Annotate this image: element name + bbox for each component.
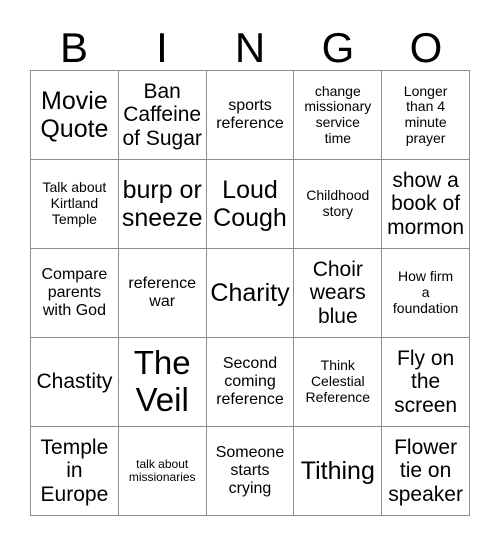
bingo-cell[interactable]: Someone starts crying [206,427,295,516]
bingo-cell[interactable]: Ban Caffeine of Sugar [118,71,207,160]
bingo-cell-text: Loud Cough [213,176,287,232]
bingo-cell[interactable]: talk about missionaries [118,427,207,516]
bingo-cell-text: Compare parents with God [41,266,108,319]
bingo-cell-text: Movie Quote [40,87,109,143]
bingo-cell[interactable]: burp or sneeze [118,160,207,249]
bingo-cell-text: Ban Caffeine of Sugar [122,79,202,150]
bingo-cell[interactable]: change missionary service time [294,71,383,160]
bingo-cell-text: Temple in Europe [40,435,109,506]
bingo-cell-text: Tithing [300,457,375,485]
header-letter-o: O [409,24,443,71]
header-letter-n: N [234,24,266,71]
bingo-cell[interactable]: How firm a foundation [382,249,470,338]
header-letter-g: G [321,24,355,71]
bingo-cell-text: Charity [210,279,290,307]
bingo-cell-text: Choir wears blue [309,257,366,328]
bingo-cell-text: Second coming reference [216,355,284,408]
bingo-cell[interactable]: sports reference [206,71,295,160]
bingo-cell-text: burp or sneeze [121,176,203,232]
bingo-cell[interactable]: Chastity [31,338,119,427]
bingo-cell-text: Someone starts crying [215,444,285,497]
bingo-cell[interactable]: Compare parents with God [31,249,119,338]
bingo-cell[interactable]: Second coming reference [206,338,295,427]
bingo-cell[interactable]: Charity [206,249,295,338]
bingo-cell-text: talk about missionaries [128,456,196,484]
bingo-cell[interactable]: Fly on the screen [382,338,470,427]
bingo-cell-text: How firm a foundation [392,268,459,316]
bingo-cell-text: Think Celestial Reference [305,357,371,405]
bingo-cell-text: Fly on the screen [394,346,458,417]
bingo-cell-text: show a book of mormon [387,168,465,239]
header-letter-b: B [59,24,88,71]
bingo-cell[interactable]: reference war [118,249,207,338]
bingo-cell-text: Flower tie on speaker [388,435,463,506]
bingo-header: B I N G O [30,16,470,70]
bingo-cell-text: Talk about Kirtland Temple [42,179,107,227]
header-letter-i: I [156,24,168,71]
bingo-cell[interactable]: Tithing [294,427,383,516]
bingo-grid: Movie Quote Ban Caffeine of Sugar sports… [30,70,470,516]
bingo-cell-text: The Veil [133,344,191,418]
bingo-cell[interactable]: Loud Cough [206,160,295,249]
bingo-cell-text: reference war [128,275,196,310]
bingo-cell[interactable]: Think Celestial Reference [294,338,383,427]
bingo-cell[interactable]: Longer than 4 minute prayer [382,71,470,160]
bingo-card: B I N G O Movie Quote Ban Caffeine of Su… [0,0,500,544]
bingo-cell[interactable]: Talk about Kirtland Temple [31,160,119,249]
bingo-cell[interactable]: Temple in Europe [31,427,119,516]
bingo-cell-text: Chastity [36,370,113,394]
bingo-cell[interactable]: The Veil [118,338,207,427]
bingo-cell[interactable]: show a book of mormon [382,160,470,249]
bingo-cell[interactable]: Movie Quote [31,71,119,160]
bingo-cell-text: change missionary service time [304,82,372,146]
bingo-cell-text: Longer than 4 minute prayer [403,82,448,146]
bingo-cell[interactable]: Flower tie on speaker [382,427,470,516]
bingo-cell[interactable]: Childhood story [294,160,383,249]
bingo-cell-text: sports reference [216,97,284,132]
bingo-cell[interactable]: Choir wears blue [294,249,383,338]
bingo-cell-text: Childhood story [306,187,370,219]
